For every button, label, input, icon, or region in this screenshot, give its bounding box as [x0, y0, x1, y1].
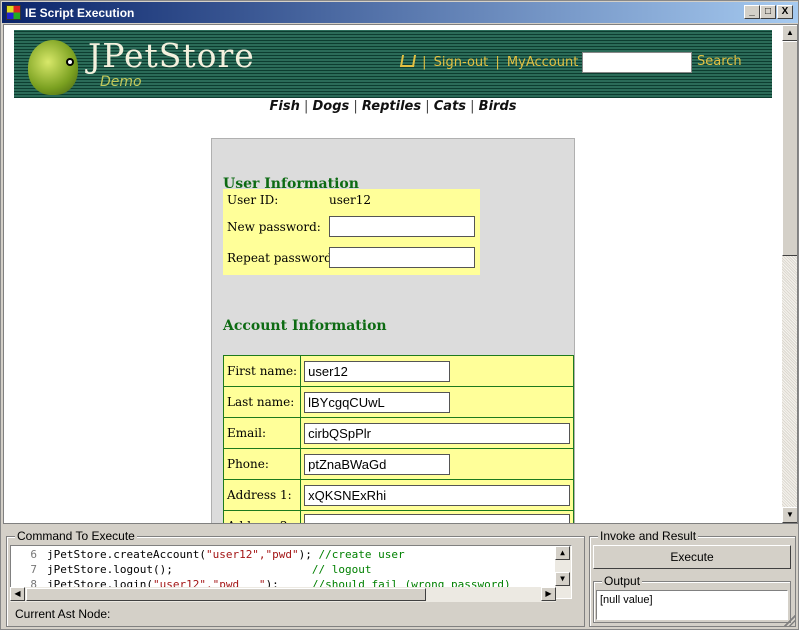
parrot-logo-icon [28, 40, 78, 95]
scroll-left-icon[interactable]: ◀ [10, 587, 25, 601]
last-name-label: Last name: [222, 386, 302, 418]
phone-label: Phone: [222, 448, 302, 480]
edit-account-form: User Information User ID: user12 New pas… [211, 138, 575, 523]
execute-button[interactable]: Execute [593, 545, 791, 569]
account-information-title: Account Information [223, 318, 387, 334]
table-row: Address 2: [222, 510, 575, 523]
separator: | [422, 55, 427, 70]
category-fish[interactable]: Fish [270, 99, 300, 114]
category-dogs[interactable]: Dogs [313, 99, 350, 114]
address2-field[interactable] [304, 514, 571, 523]
scroll-up-icon[interactable]: ▲ [782, 25, 797, 41]
category-birds[interactable]: Birds [479, 99, 517, 114]
page-vertical-scrollbar[interactable]: ▲ ▼ [782, 25, 797, 523]
close-button[interactable]: X [777, 5, 793, 19]
scroll-right-icon[interactable]: ▶ [541, 587, 556, 601]
jpetstore-header: JPetStore Demo | Sign-out | MyAccount | … [14, 30, 772, 98]
current-ast-node-label: Current Ast Node: [15, 607, 111, 621]
minimize-button[interactable]: _ [744, 5, 760, 19]
first-name-field[interactable]: user12 [304, 360, 451, 382]
output-group-title: Output [602, 574, 643, 588]
output-box: [null value] [596, 590, 788, 620]
sign-out-link[interactable]: Sign-out [434, 55, 489, 70]
invoke-group-title: Invoke and Result [598, 529, 699, 543]
address1-field[interactable]: xQKSNExRhi [304, 484, 571, 506]
invoke-group: Invoke and Result Execute Output [null v… [589, 529, 796, 627]
user-information-box: User ID: user12 New password: Repeat pas… [223, 189, 480, 275]
new-password-field[interactable] [329, 216, 475, 237]
maximize-button[interactable]: □ [760, 5, 776, 19]
new-password-label: New password: [227, 220, 321, 234]
jpetstore-page: JPetStore Demo | Sign-out | MyAccount | … [4, 25, 782, 523]
title-bar[interactable]: IE Script Execution _ □ X [2, 2, 798, 23]
email-label: Email: [222, 417, 302, 449]
search-input[interactable] [582, 52, 692, 73]
browser-view: JPetStore Demo | Sign-out | MyAccount | … [3, 24, 798, 524]
table-row: First name: user12 [222, 355, 575, 387]
user-id-value: user12 [329, 193, 371, 207]
header-links: | Sign-out | MyAccount | ? [399, 55, 607, 70]
code-line: 6 jPetStore.createAccount("user12","pwd")… [30, 548, 405, 561]
category-reptiles[interactable]: Reptiles [362, 99, 421, 114]
horizontal-scroll-thumb[interactable] [26, 588, 426, 601]
editor-vertical-scrollbar[interactable]: ▲ ▼ [555, 546, 571, 598]
category-cats[interactable]: Cats [434, 99, 466, 114]
table-row: Email: cirbQSpPlr [222, 417, 575, 449]
logo-demo-text: Demo [100, 74, 142, 90]
resize-grip-icon[interactable] [784, 615, 796, 627]
scroll-thumb[interactable] [782, 41, 797, 256]
table-row: Address 1: xQKSNExRhi [222, 479, 575, 511]
account-information-table: First name: user12 Last name: lBYcgqCUwL… [222, 355, 575, 523]
code-line: 7 jPetStore.logout(); // logout [30, 563, 372, 576]
my-account-link[interactable]: MyAccount [507, 55, 578, 70]
window-title: IE Script Execution [25, 6, 135, 20]
repeat-password-field[interactable] [329, 247, 475, 268]
first-name-label: First name: [222, 355, 302, 387]
category-nav: Fish | Dogs | Reptiles | Cats | Birds [269, 99, 517, 114]
output-group: Output [null value] [593, 574, 791, 623]
cart-icon[interactable] [399, 55, 417, 67]
scroll-down-icon[interactable]: ▼ [782, 507, 797, 523]
last-name-field[interactable]: lBYcgqCUwL [304, 391, 451, 413]
command-group-title: Command To Execute [15, 529, 137, 543]
command-group: Command To Execute 6 jPetStore.createAcco… [6, 529, 585, 627]
address1-label: Address 1: [222, 479, 302, 511]
repeat-password-label: Repeat password: [227, 251, 336, 265]
table-row: Phone: ptZnaBWaGd [222, 448, 575, 480]
user-id-label: User ID: [227, 193, 279, 207]
table-row: Last name: lBYcgqCUwL [222, 386, 575, 418]
editor-horizontal-scrollbar[interactable]: ◀ ▶ [10, 587, 556, 602]
separator: | [495, 55, 500, 70]
scroll-down-icon[interactable]: ▼ [555, 572, 570, 586]
search-button[interactable]: Search [697, 54, 742, 69]
scroll-up-icon[interactable]: ▲ [555, 546, 570, 560]
ie-script-execution-window: IE Script Execution _ □ X JPetStore Demo… [0, 0, 799, 630]
address2-label: Address 2: [222, 510, 302, 523]
logo-text: JPetStore [88, 36, 255, 75]
email-field[interactable]: cirbQSpPlr [304, 422, 571, 444]
app-icon [6, 5, 21, 20]
phone-field[interactable]: ptZnaBWaGd [304, 453, 451, 475]
